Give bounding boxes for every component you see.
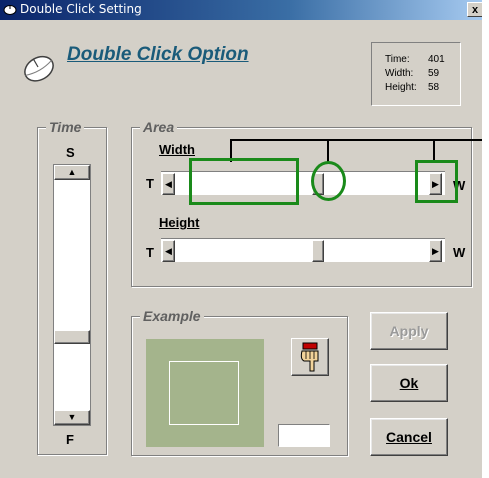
example-preview-area <box>146 339 264 447</box>
double-click-setting-window: Double Click Setting x Double Click Opti… <box>0 0 482 478</box>
ok-button-label: Ok <box>399 375 419 391</box>
apply-button[interactable]: Apply <box>370 312 448 350</box>
width-thumb-highlight <box>311 161 346 201</box>
example-target-box <box>169 361 239 425</box>
apply-button-label: Apply <box>389 323 429 339</box>
width-arrow-highlight <box>415 160 458 203</box>
example-result-field <box>278 424 330 447</box>
test-double-click-button[interactable] <box>291 338 329 376</box>
cancel-button-label: Cancel <box>386 429 432 445</box>
pointing-hand-icon <box>300 342 319 372</box>
width-track-highlight <box>189 158 299 205</box>
ok-button[interactable]: Ok <box>370 364 448 402</box>
example-group-label: Example <box>140 308 204 324</box>
cancel-button[interactable]: Cancel <box>370 418 448 456</box>
